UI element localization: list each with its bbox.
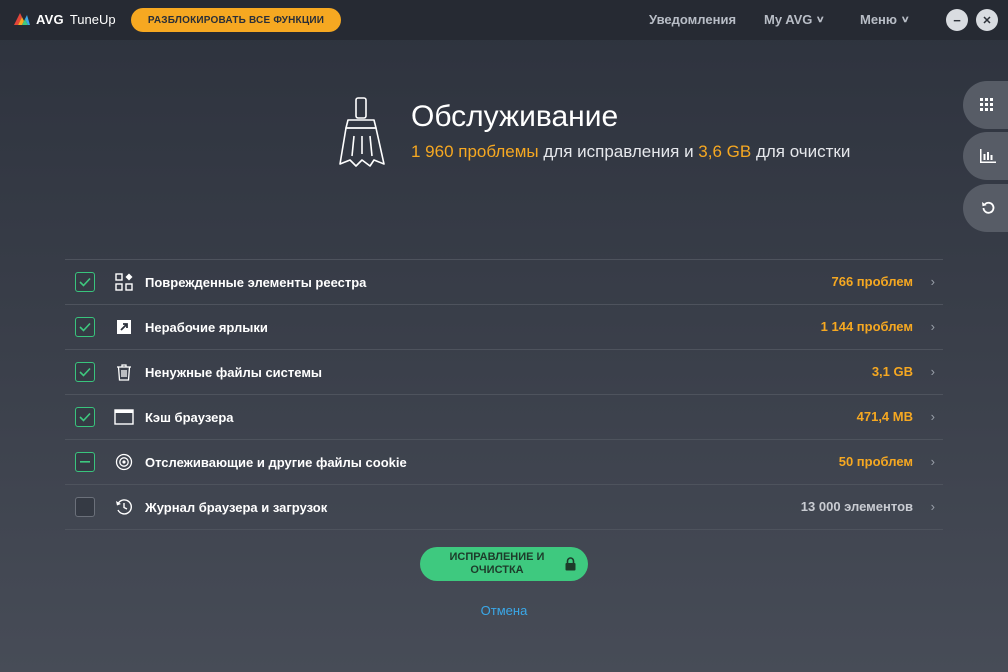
chevron-right-icon: › xyxy=(930,319,935,334)
item-label: Поврежденные элементы реестра xyxy=(145,275,367,290)
summary-text: 1 960 проблемы для исправления и 3,6 GB … xyxy=(411,142,850,162)
item-label: Нерабочие ярлыки xyxy=(145,320,268,335)
broom-icon xyxy=(339,97,385,167)
checkbox[interactable] xyxy=(75,317,95,337)
checkbox[interactable] xyxy=(75,272,95,292)
registry-icon xyxy=(114,272,134,292)
item-value: 471,4 MB xyxy=(856,409,913,424)
problems-count: 1 960 проблемы xyxy=(411,142,539,161)
item-value: 50 проблем xyxy=(838,454,913,469)
item-value: 766 проблем xyxy=(831,274,913,289)
indeterminate-icon xyxy=(80,461,90,463)
checkmark-icon xyxy=(79,277,91,287)
history-icon xyxy=(114,497,134,517)
browser-window-icon xyxy=(114,407,134,427)
list-item-shortcuts[interactable]: Нерабочие ярлыки 1 144 проблем › xyxy=(65,305,943,350)
fix-and-clean-button[interactable]: ИСПРАВЛЕНИЕ И ОЧИСТКА xyxy=(420,547,588,581)
maintenance-items-list: Поврежденные элементы реестра 766 пробле… xyxy=(65,259,943,530)
notifications-link[interactable]: Уведомления xyxy=(649,12,736,27)
minimize-button[interactable]: − xyxy=(946,9,968,31)
checkmark-icon xyxy=(79,412,91,422)
cleanup-size: 3,6 GB xyxy=(698,142,752,161)
chevron-right-icon: › xyxy=(930,454,935,469)
item-label: Журнал браузера и загрузок xyxy=(145,500,328,515)
chevron-right-icon: › xyxy=(930,274,935,289)
apps-grid-button[interactable] xyxy=(963,81,1008,129)
item-label: Ненужные файлы системы xyxy=(145,365,323,380)
item-value: 13 000 элементов xyxy=(800,499,913,514)
checkmark-icon xyxy=(79,322,91,332)
unlock-all-features-button[interactable]: РАЗБЛОКИРОВАТЬ ВСЕ ФУНКЦИИ xyxy=(131,8,341,32)
notifications-label: Уведомления xyxy=(649,12,737,27)
chart-icon xyxy=(980,149,996,163)
list-item-registry[interactable]: Поврежденные элементы реестра 766 пробле… xyxy=(65,260,943,305)
summary-mid-text: для исправления и xyxy=(538,142,699,161)
checkbox[interactable] xyxy=(75,452,95,472)
undo-icon xyxy=(982,201,995,214)
page-title: Обслуживание xyxy=(411,100,619,133)
list-item-browser-history[interactable]: Журнал браузера и загрузок 13 000 элемен… xyxy=(65,485,943,530)
avg-logo-icon xyxy=(14,13,30,25)
lock-icon xyxy=(565,557,576,571)
my-avg-label: My AVG xyxy=(764,12,813,27)
target-icon xyxy=(114,452,134,472)
checkbox[interactable] xyxy=(75,497,95,517)
close-icon: ✕ xyxy=(982,14,992,27)
brand-name: AVG xyxy=(36,11,64,27)
chevron-right-icon: › xyxy=(930,499,935,514)
title-bar: AVG TuneUp РАЗБЛОКИРОВАТЬ ВСЕ ФУНКЦИИ Ув… xyxy=(0,0,1008,40)
cancel-label[interactable]: Отмена xyxy=(481,603,528,618)
summary-end-text: для очистки xyxy=(751,142,851,161)
checkbox[interactable] xyxy=(75,407,95,427)
performance-chart-button[interactable] xyxy=(963,132,1008,180)
product-name: TuneUp xyxy=(69,11,116,27)
main-menu[interactable]: Меню ∨ xyxy=(860,12,910,27)
checkbox[interactable] xyxy=(75,362,95,382)
menu-label: Меню xyxy=(860,12,898,27)
undo-changes-button[interactable] xyxy=(963,184,1008,232)
close-button[interactable]: ✕ xyxy=(976,9,998,31)
chevron-right-icon: › xyxy=(930,409,935,424)
item-value: 3,1 GB xyxy=(871,364,913,379)
item-value: 1 144 проблем xyxy=(820,319,913,334)
item-label: Кэш браузера xyxy=(145,410,234,425)
item-label: Отслеживающие и другие файлы cookie xyxy=(145,455,407,470)
list-item-cookies[interactable]: Отслеживающие и другие файлы cookie 50 п… xyxy=(65,440,943,485)
apps-grid-icon xyxy=(980,98,993,111)
shortcut-icon xyxy=(114,317,134,337)
checkmark-icon xyxy=(79,367,91,377)
cancel-link[interactable]: Отмена xyxy=(0,603,1008,618)
chevron-down-icon: ∨ xyxy=(900,14,910,24)
trash-icon xyxy=(114,362,134,382)
fix-button-label-line2: ОЧИСТКА xyxy=(470,564,524,576)
list-item-system-junk[interactable]: Ненужные файлы системы 3,1 GB › xyxy=(65,350,943,395)
minimize-icon: − xyxy=(953,12,961,28)
fix-button-label-line1: ИСПРАВЛЕНИЕ И xyxy=(449,551,545,563)
chevron-down-icon: ∨ xyxy=(816,14,826,24)
list-item-browser-cache[interactable]: Кэш браузера 471,4 MB › xyxy=(65,395,943,440)
my-avg-menu[interactable]: My AVG ∨ xyxy=(764,12,826,27)
chevron-right-icon: › xyxy=(930,364,935,379)
avg-logo: AVG TuneUp xyxy=(12,11,116,27)
